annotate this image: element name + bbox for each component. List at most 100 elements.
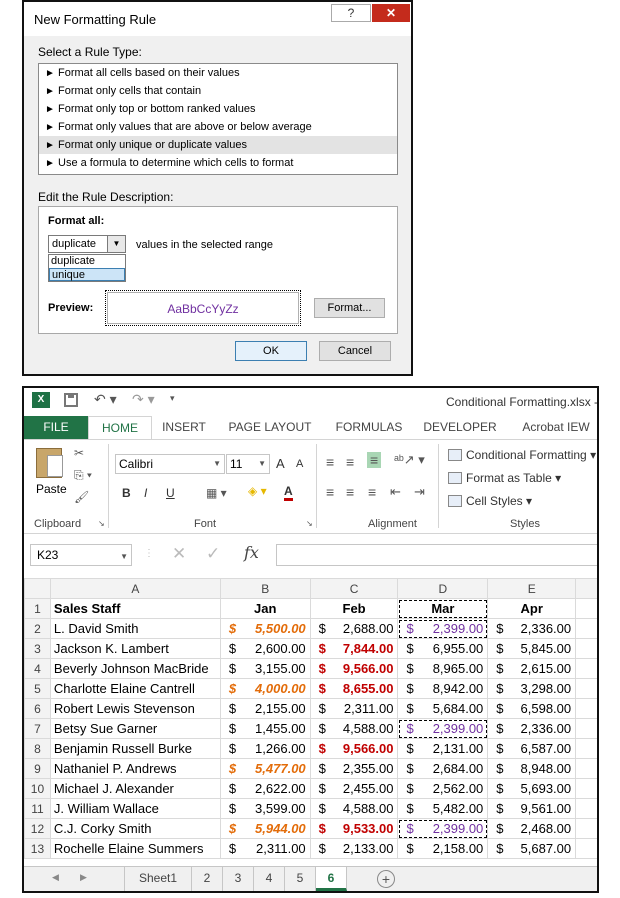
cell[interactable]: $4,000.00 [219, 678, 311, 699]
font-size-box[interactable]: 11 ▼ [226, 454, 270, 474]
cell-styles-button[interactable]: Cell Styles ▾ [448, 494, 532, 508]
borders-icon[interactable]: ▦ ▾ [206, 486, 227, 500]
dropdown-option-unique[interactable]: unique [49, 268, 125, 281]
align-middle-icon[interactable]: ≡ [346, 454, 354, 470]
cell[interactable]: $4,588.00 [309, 718, 399, 739]
cell[interactable]: $2,468.00 [487, 818, 577, 839]
bold-button[interactable]: B [122, 486, 131, 500]
cell[interactable]: $2,399.00 [397, 718, 489, 739]
rule-type-item[interactable]: ► Format all cells based on their values [39, 64, 397, 82]
undo-icon[interactable]: ↶ ▾ [94, 391, 117, 408]
cancel-button[interactable]: Cancel [319, 341, 391, 361]
cell[interactable]: Nathaniel P. Andrews [49, 758, 221, 779]
cell[interactable]: $3,298.00 [487, 678, 577, 699]
tab-insert[interactable]: INSERT [160, 416, 208, 440]
close-button[interactable]: ✕ [372, 4, 410, 22]
rule-type-item[interactable]: ► Format only cells that contain [39, 82, 397, 100]
cell[interactable] [575, 678, 597, 699]
cell[interactable]: $2,684.00 [397, 758, 489, 779]
row-header[interactable]: 2 [24, 618, 51, 639]
shrink-font-button[interactable]: A [296, 458, 303, 470]
ok-button[interactable]: OK [235, 341, 307, 361]
sheet-tab[interactable]: 3 [223, 867, 254, 891]
format-painter-icon[interactable]: 🖌 [74, 490, 89, 504]
decrease-indent-icon[interactable]: ⇤ [390, 484, 401, 500]
cell[interactable]: Apr [487, 598, 577, 619]
cell[interactable]: $2,615.00 [487, 658, 577, 679]
scroll-right-icon[interactable]: ▶ [80, 872, 87, 883]
cell[interactable]: $5,482.00 [397, 798, 489, 819]
sheet-tab[interactable]: 2 [192, 867, 223, 891]
cell[interactable]: Charlotte Elaine Cantrell [49, 678, 221, 699]
rule-type-item[interactable]: ► Format only top or bottom ranked values [39, 100, 397, 118]
fill-color-icon[interactable]: ◈ ▾ [248, 484, 267, 498]
cell[interactable]: $2,336.00 [487, 618, 577, 639]
copy-icon[interactable]: ⎘ ▾ [74, 468, 92, 483]
sheet-tab[interactable]: 5 [285, 867, 316, 891]
cell[interactable] [575, 658, 597, 679]
cell[interactable]: $8,948.00 [487, 758, 577, 779]
cell[interactable]: $2,455.00 [309, 778, 399, 799]
cell[interactable]: $2,622.00 [219, 778, 311, 799]
confirm-entry-icon[interactable]: ✓ [206, 544, 220, 564]
clipboard-launcher-icon[interactable]: ↘ [98, 519, 105, 528]
cell[interactable]: $5,845.00 [487, 638, 577, 659]
increase-indent-icon[interactable]: ⇥ [414, 484, 425, 500]
align-left-icon[interactable]: ≡ [326, 484, 334, 500]
cell[interactable] [575, 758, 597, 779]
cell[interactable]: $6,955.00 [397, 638, 489, 659]
row-header[interactable]: 12 [24, 818, 51, 839]
tab-acrobat[interactable]: Acrobat IEW [512, 416, 597, 440]
font-launcher-icon[interactable]: ↘ [306, 519, 313, 528]
cell[interactable]: $1,266.00 [219, 738, 311, 759]
row-header[interactable]: 13 [24, 838, 51, 859]
align-top-icon[interactable]: ≡ [326, 454, 334, 470]
cell[interactable]: Mar [397, 598, 489, 619]
add-sheet-icon[interactable]: + [377, 870, 395, 888]
column-header[interactable]: D [397, 578, 489, 599]
cell[interactable]: $5,693.00 [487, 778, 577, 799]
cell[interactable]: $8,942.00 [397, 678, 489, 699]
format-button[interactable]: Format... [314, 298, 385, 318]
column-header[interactable] [575, 578, 597, 599]
align-center-icon[interactable]: ≡ [346, 484, 354, 500]
cell[interactable]: $2,131.00 [397, 738, 489, 759]
row-header[interactable]: 9 [24, 758, 51, 779]
cell[interactable]: $9,566.00 [309, 738, 399, 759]
cell[interactable] [575, 638, 597, 659]
sheet-tab-active[interactable]: 6 [316, 867, 347, 891]
grow-font-button[interactable]: A [276, 456, 285, 471]
cell[interactable]: $2,336.00 [487, 718, 577, 739]
tab-home[interactable]: HOME [88, 416, 152, 440]
cell[interactable]: $5,500.00 [219, 618, 311, 639]
cell[interactable]: $5,477.00 [219, 758, 311, 779]
format-all-dropdown[interactable]: duplicate ▼ [48, 235, 126, 253]
cell[interactable]: $8,655.00 [309, 678, 399, 699]
row-header[interactable]: 5 [24, 678, 51, 699]
column-header[interactable]: E [487, 578, 577, 599]
tab-formulas[interactable]: FORMULAS [332, 416, 406, 440]
row-header[interactable]: 1 [24, 598, 51, 619]
formula-input[interactable] [276, 544, 597, 566]
name-box[interactable]: K23 ▼ [30, 544, 132, 566]
cut-icon[interactable]: ✂ [74, 446, 84, 460]
cell[interactable]: $2,399.00 [397, 818, 489, 839]
align-bottom-icon[interactable]: ≡ [367, 452, 382, 468]
insert-function-icon[interactable]: fx [244, 543, 259, 562]
cell[interactable]: $6,587.00 [487, 738, 577, 759]
column-header[interactable]: A [49, 578, 221, 599]
cell[interactable]: $8,965.00 [397, 658, 489, 679]
cell[interactable]: $7,844.00 [309, 638, 399, 659]
cell[interactable]: $2,133.00 [309, 838, 399, 859]
row-header[interactable]: 8 [24, 738, 51, 759]
row-header[interactable]: 6 [24, 698, 51, 719]
cell[interactable]: Jan [219, 598, 311, 619]
tab-file[interactable]: FILE [24, 416, 88, 440]
cell[interactable]: $1,455.00 [219, 718, 311, 739]
cell[interactable] [575, 838, 597, 859]
cell[interactable]: J. William Wallace [49, 798, 221, 819]
row-header[interactable]: 3 [24, 638, 51, 659]
cell[interactable]: $2,562.00 [397, 778, 489, 799]
cell[interactable]: $2,155.00 [219, 698, 311, 719]
cell[interactable]: $2,311.00 [219, 838, 311, 859]
